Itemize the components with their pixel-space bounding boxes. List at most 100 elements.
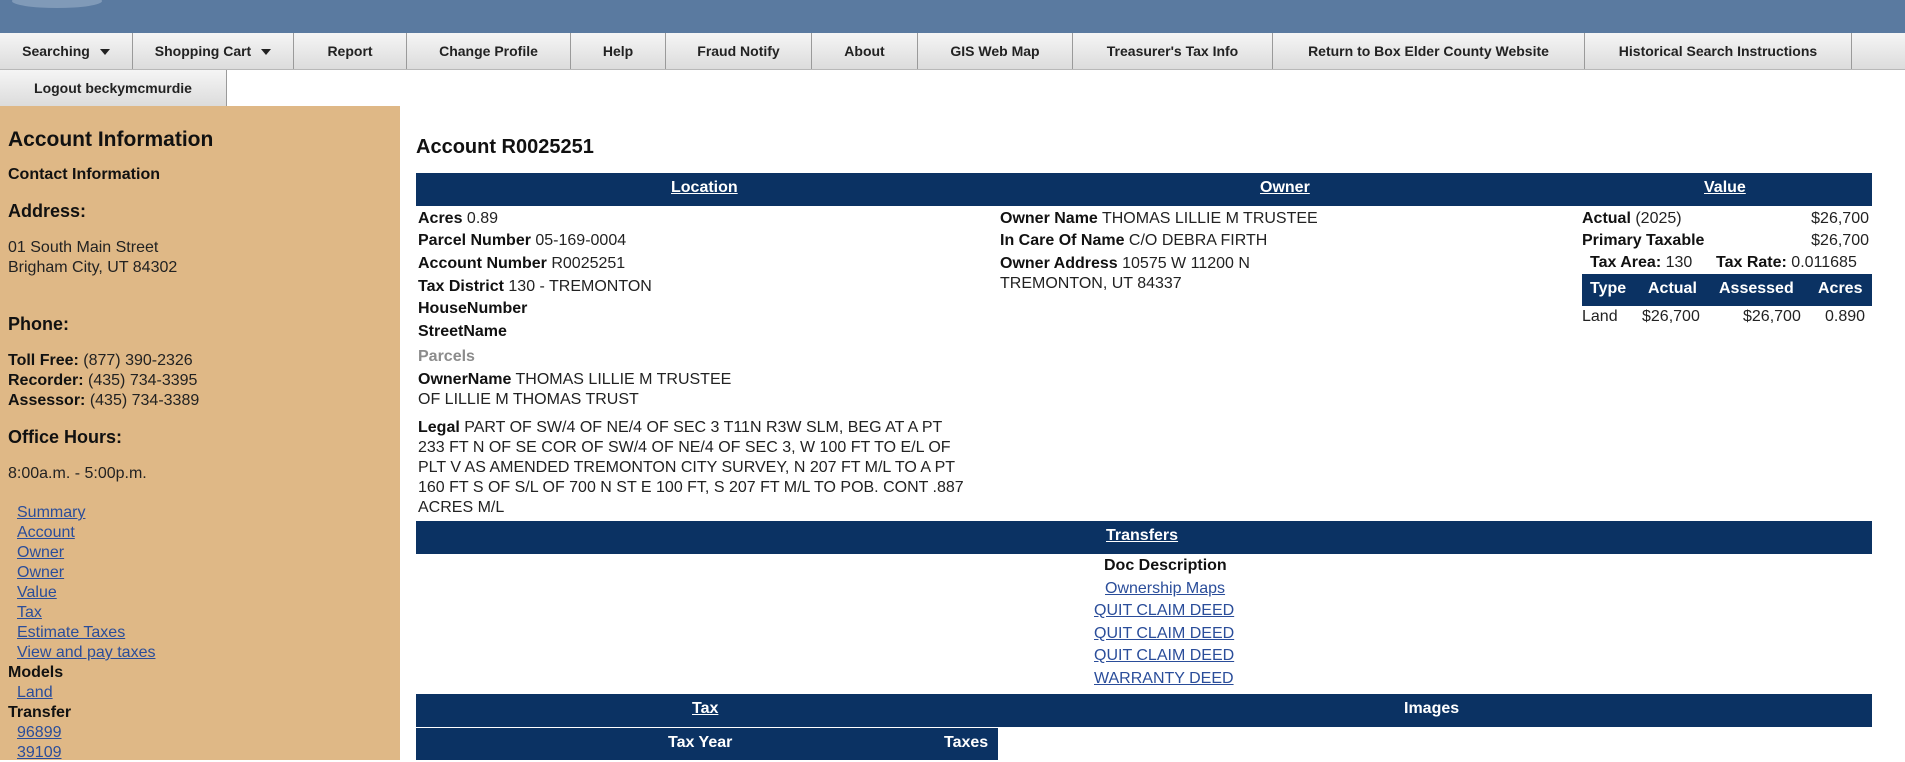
sidebar-link-owner[interactable]: Owner xyxy=(17,544,64,562)
county-logo xyxy=(12,0,102,8)
sidebar-link-summary[interactable]: Summary xyxy=(17,504,85,522)
legal-line4: 160 FT S OF S/L OF 700 N ST E 100 FT, S … xyxy=(418,479,964,496)
sidebar-link-transfer-39109[interactable]: 39109 xyxy=(17,744,62,762)
sidebar-link-view-pay-taxes[interactable]: View and pay taxes xyxy=(17,644,155,662)
acres-label: Acres xyxy=(418,210,463,227)
care-of-field: In Care Of Name C/O DEBRA FIRTH xyxy=(1000,232,1267,250)
phone-heading: Phone: xyxy=(8,314,69,334)
account-number-value: R0025251 xyxy=(546,255,626,272)
account-number-label: Account Number xyxy=(418,255,547,272)
primary-taxable-label: Primary Taxable xyxy=(1582,232,1705,249)
toll-free-number: (877) 390-2326 xyxy=(78,352,193,369)
care-of-label: In Care Of Name xyxy=(1000,232,1125,249)
assessor-phone: Assessor: (435) 734-3389 xyxy=(8,392,199,410)
address-line2: Brigham City, UT 84302 xyxy=(8,259,178,276)
menu-gis-web-map[interactable]: GIS Web Map xyxy=(918,33,1073,69)
actual-value-field: Actual (2025) xyxy=(1582,210,1682,228)
tax-col-year: Tax Year xyxy=(668,734,733,751)
value-col-type: Type xyxy=(1590,280,1627,297)
owner-full-name-label: Owner Name xyxy=(1000,210,1098,227)
transfer-link-warranty-deed[interactable]: WARRANTY DEED xyxy=(1094,670,1234,688)
sidebar-heading: Account Information xyxy=(8,128,214,151)
address-heading: Address: xyxy=(8,201,87,221)
owner-address-field: Owner Address 10575 W 11200 N xyxy=(1000,255,1250,273)
legal-line1: PART OF SW/4 OF NE/4 OF SEC 3 T11N R3W S… xyxy=(459,419,943,436)
legal-label: Legal xyxy=(418,419,460,436)
menu-searching[interactable]: Searching xyxy=(0,33,133,69)
menu-shopping-cart[interactable]: Shopping Cart xyxy=(133,33,294,69)
transfer-link-quit-claim-1[interactable]: QUIT CLAIM DEED xyxy=(1094,602,1234,620)
chevron-down-icon xyxy=(99,49,110,56)
owner-name-value: THOMAS LILLIE M TRUSTEE xyxy=(511,371,732,388)
images-header: Images xyxy=(1404,700,1460,717)
parcels-label: Parcels xyxy=(418,348,475,365)
value-col-acres: Acres xyxy=(1818,280,1863,297)
logout-button[interactable]: Logout beckymcmurdie xyxy=(0,70,226,106)
acres-value: 0.89 xyxy=(462,210,499,227)
menu-treasurers-tax-info[interactable]: Treasurer's Tax Info xyxy=(1073,33,1273,69)
actual-year: (2025) xyxy=(1630,210,1682,227)
tax-rate-value: 0.011685 xyxy=(1786,254,1857,271)
value-row-acres: 0.890 xyxy=(1825,308,1866,325)
transfer-link-ownership-maps[interactable]: Ownership Maps xyxy=(1105,580,1225,598)
section-header-bar: Location Owner Value xyxy=(416,173,1872,206)
page-title: Account R0025251 xyxy=(416,136,594,158)
sidebar-link-tax[interactable]: Tax xyxy=(17,604,42,622)
transfer-heading: Transfer xyxy=(8,704,72,721)
sidebar-link-value[interactable]: Value xyxy=(17,584,57,602)
sidebar-link-land[interactable]: Land xyxy=(17,684,53,702)
owner-header-link[interactable]: Owner xyxy=(1260,179,1310,197)
tax-rate-field: Tax Rate: 0.011685 xyxy=(1716,254,1857,272)
transfer-link-quit-claim-3[interactable]: QUIT CLAIM DEED xyxy=(1094,647,1234,665)
recorder-number: (435) 734-3395 xyxy=(83,372,198,389)
tax-images-header-bar: Tax Images xyxy=(416,694,1872,727)
parcel-number-value: 05-169-0004 xyxy=(530,232,627,249)
sidebar-link-account[interactable]: Account xyxy=(17,524,75,542)
legal-line3: PLT V AS AMENDED TREMONTON CITY SURVEY, … xyxy=(418,459,956,476)
chevron-down-icon xyxy=(261,49,272,56)
value-col-actual: Actual xyxy=(1648,280,1697,297)
acres-field: Acres 0.89 xyxy=(418,210,498,228)
owner-full-name-field: Owner Name THOMAS LILLIE M TRUSTEE xyxy=(1000,210,1318,228)
actual-label: Actual xyxy=(1582,210,1631,227)
legal-field: Legal PART OF SW/4 OF NE/4 OF SEC 3 T11N… xyxy=(418,419,942,437)
tax-area-value: 130 xyxy=(1661,254,1693,271)
tax-header-link[interactable]: Tax xyxy=(692,700,718,718)
legal-line2: 233 FT N OF SE COR OF SW/4 OF NE/4 OF SE… xyxy=(418,439,951,456)
menu-change-profile[interactable]: Change Profile xyxy=(407,33,571,69)
toll-free-label: Toll Free: xyxy=(8,352,79,369)
menu-return-website[interactable]: Return to Box Elder County Website xyxy=(1273,33,1585,69)
owner-address-label: Owner Address xyxy=(1000,255,1118,272)
tax-district-label: Tax District xyxy=(418,278,504,295)
assessor-label: Assessor: xyxy=(8,392,86,409)
menu-help[interactable]: Help xyxy=(571,33,666,69)
sidebar-link-transfer-96899[interactable]: 96899 xyxy=(17,724,62,742)
value-header-link[interactable]: Value xyxy=(1704,179,1746,197)
value-row-actual: $26,700 xyxy=(1642,308,1700,325)
recorder-phone: Recorder: (435) 734-3395 xyxy=(8,372,197,390)
transfer-link-quit-claim-2[interactable]: QUIT CLAIM DEED xyxy=(1094,625,1234,643)
owner-name-line2: OF LILLIE M THOMAS TRUST xyxy=(418,391,639,408)
sidebar-link-owner-2[interactable]: Owner xyxy=(17,564,64,582)
transfers-header-bar: Transfers xyxy=(416,521,1872,554)
value-row-assessed: $26,700 xyxy=(1743,308,1801,325)
menu-report[interactable]: Report xyxy=(294,33,407,69)
address-line1: 01 South Main Street xyxy=(8,239,159,256)
menu-about[interactable]: About xyxy=(812,33,918,69)
assessor-number: (435) 734-3389 xyxy=(85,392,200,409)
models-heading: Models xyxy=(8,664,64,681)
location-header-link[interactable]: Location xyxy=(671,179,738,197)
value-table-header: Type Actual Assessed Acres xyxy=(1582,274,1872,306)
owner-name-label: OwnerName xyxy=(418,371,512,388)
value-col-assessed: Assessed xyxy=(1719,280,1794,297)
tax-area-label: Tax Area: xyxy=(1590,254,1662,271)
menu-fraud-notify[interactable]: Fraud Notify xyxy=(666,33,812,69)
tax-rate-label: Tax Rate: xyxy=(1716,254,1787,271)
menu-historical-search[interactable]: Historical Search Instructions xyxy=(1585,33,1852,69)
parcel-number-label: Parcel Number xyxy=(418,232,531,249)
owner-full-name-value: THOMAS LILLIE M TRUSTEE xyxy=(1097,210,1318,227)
sidebar-link-estimate-taxes[interactable]: Estimate Taxes xyxy=(17,624,125,642)
sidebar: Account Information Contact Information … xyxy=(0,106,400,762)
office-hours: 8:00a.m. - 5:00p.m. xyxy=(8,465,147,482)
transfers-header-link[interactable]: Transfers xyxy=(1106,527,1178,545)
